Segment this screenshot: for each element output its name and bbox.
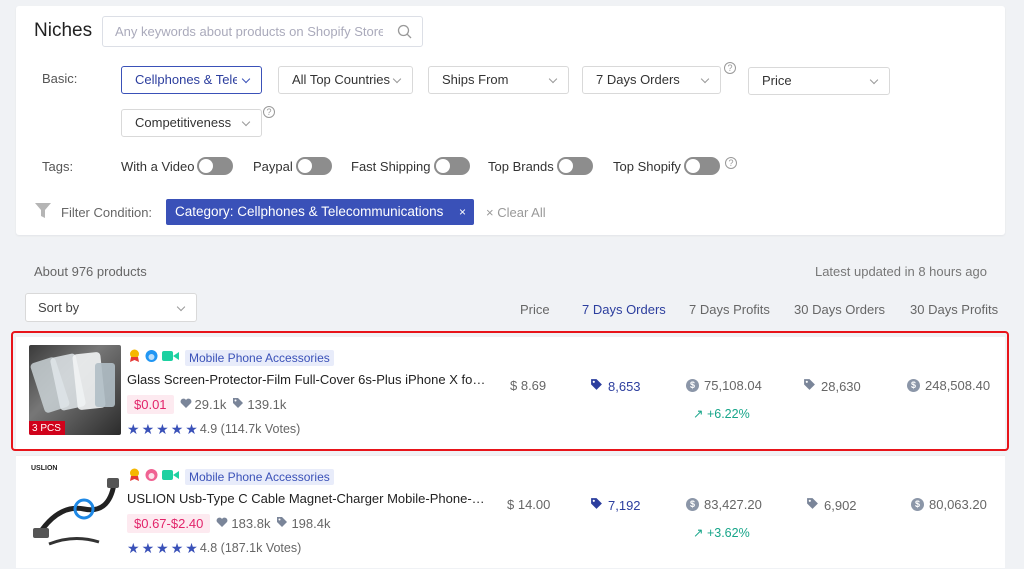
product-thumbnail[interactable]: USLION xyxy=(29,464,121,554)
orders-30d: 6,902 xyxy=(806,497,857,513)
category-tag[interactable]: Mobile Phone Accessories xyxy=(185,468,334,485)
help-icon[interactable]: ? xyxy=(263,106,275,118)
product-row[interactable]: USLION Mobile Phone Accessories USLION U… xyxy=(16,456,1005,568)
column-30-days-profits[interactable]: 30 Days Profits xyxy=(910,302,998,317)
category-filter-chip[interactable]: Category: Cellphones & Telecommunication… xyxy=(166,199,474,225)
chevron-down-icon xyxy=(241,117,251,127)
star-icon: ★ xyxy=(127,540,140,556)
growth-7d: ↗ +3.62% xyxy=(693,526,750,540)
highlight-box xyxy=(11,331,1009,451)
tag-icon xyxy=(590,497,603,513)
search-icon[interactable] xyxy=(397,24,413,43)
saves-count: 198.4k xyxy=(276,516,331,531)
help-icon[interactable]: ? xyxy=(724,62,736,74)
page-title: Niches xyxy=(34,20,93,41)
chevron-down-icon xyxy=(548,74,558,84)
orders-select[interactable]: 7 Days Orders xyxy=(582,66,721,94)
fire-icon xyxy=(145,468,158,485)
toggle-switch[interactable] xyxy=(683,157,720,175)
tag-fast-shipping[interactable]: Fast Shipping xyxy=(351,157,470,175)
product-price: $ 14.00 xyxy=(507,497,551,512)
tag-paypal[interactable]: Paypal xyxy=(253,157,332,175)
tag-icon xyxy=(806,497,819,513)
tag-icon xyxy=(276,516,288,531)
search-input[interactable] xyxy=(103,17,383,46)
toggle-switch[interactable] xyxy=(197,157,234,175)
tag-top-shopify[interactable]: Top Shopify xyxy=(613,157,720,175)
result-count: About 976 products xyxy=(34,264,147,279)
product-title[interactable]: USLION Usb-Type C Cable Magnet-Charger M… xyxy=(127,491,487,506)
filter-condition-label: Filter Condition: xyxy=(61,205,153,220)
heart-icon xyxy=(216,516,228,531)
filter-icon xyxy=(34,202,52,223)
dollar-coin-icon: $ xyxy=(911,498,924,511)
ships-from-select[interactable]: Ships From xyxy=(428,66,569,94)
help-icon[interactable]: ? xyxy=(725,157,737,169)
sort-by-select[interactable]: Sort by xyxy=(25,293,197,322)
clear-all-button[interactable]: × Clear All xyxy=(486,205,546,220)
price-range-badge: $0.67-$2.40 xyxy=(127,514,211,533)
orders-7d: 7,192 xyxy=(590,497,641,513)
column-price[interactable]: Price xyxy=(520,302,550,317)
star-icon: ★ xyxy=(170,540,184,556)
star-icon: ★ xyxy=(185,540,198,556)
last-updated: Latest updated in 8 hours ago xyxy=(814,264,987,279)
search-box[interactable] xyxy=(102,16,423,47)
video-icon xyxy=(162,469,179,484)
tag-top-brands[interactable]: Top Brands xyxy=(488,157,593,175)
chevron-down-icon xyxy=(241,74,251,84)
likes-count: 183.8k xyxy=(216,516,270,531)
price-select[interactable]: Price xyxy=(748,67,890,95)
toggle-switch[interactable] xyxy=(295,157,332,175)
chevron-down-icon xyxy=(392,74,402,84)
country-select[interactable]: All Top Countries xyxy=(278,66,413,94)
product-stats: $0.67-$2.40 183.8k 198.4k xyxy=(127,514,331,533)
column-7-days-orders[interactable]: 7 Days Orders xyxy=(582,302,666,317)
column-7-days-profits[interactable]: 7 Days Profits xyxy=(689,302,770,317)
basic-label: Basic: xyxy=(42,71,78,86)
award-icon xyxy=(128,468,141,485)
category-select[interactable]: Cellphones & Telecommunications xyxy=(121,66,262,94)
toggle-switch[interactable] xyxy=(433,157,470,175)
chevron-down-icon xyxy=(700,74,710,84)
product-rating: ★ ★ ★ ★ ★ 4.8 (187.1k Votes) xyxy=(127,540,302,556)
product-badges: Mobile Phone Accessories xyxy=(128,468,334,485)
competitiveness-select[interactable]: Competitiveness xyxy=(121,109,262,137)
column-30-days-orders[interactable]: 30 Days Orders xyxy=(794,302,885,317)
chevron-down-icon xyxy=(176,302,186,312)
toggle-switch[interactable] xyxy=(556,157,593,175)
tags-label: Tags: xyxy=(42,159,74,174)
star-icon: ★ xyxy=(156,540,169,556)
filters-panel: Niches Basic: Cellphones & Telecommunica… xyxy=(16,6,1005,235)
chevron-down-icon xyxy=(869,75,879,85)
profit-30d: $80,063.20 xyxy=(911,497,987,512)
dollar-coin-icon: $ xyxy=(686,498,699,511)
close-icon[interactable]: × xyxy=(459,199,466,225)
star-icon: ★ xyxy=(141,540,155,556)
tag-with-video[interactable]: With a Video xyxy=(121,157,234,175)
profit-7d: $83,427.20 xyxy=(686,497,762,512)
thumbnail-caption: USLION xyxy=(31,465,58,472)
